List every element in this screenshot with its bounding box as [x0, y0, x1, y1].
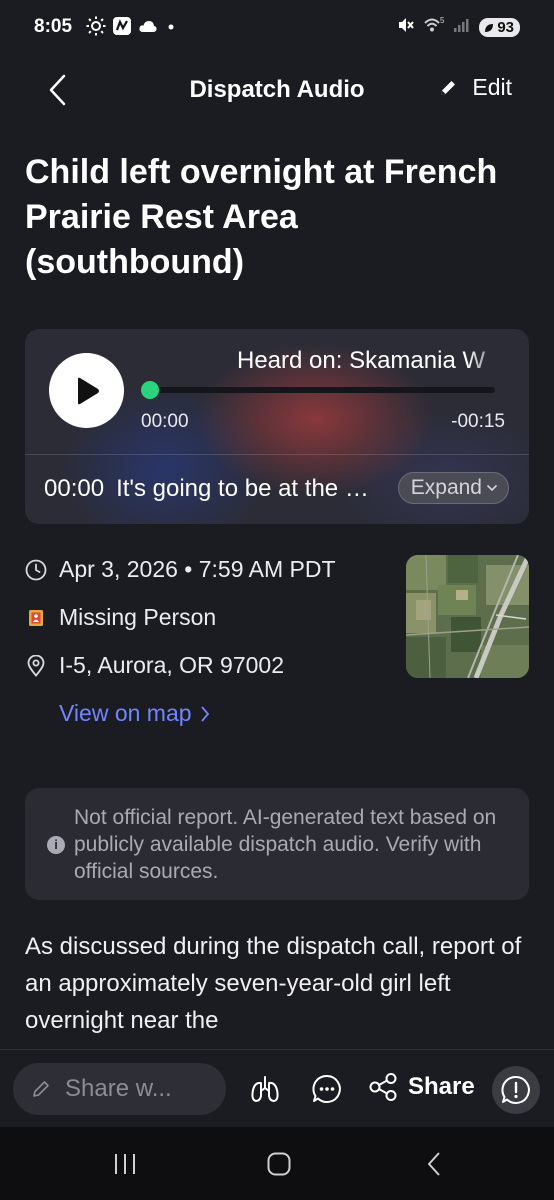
pencil-icon: [441, 80, 456, 95]
edit-label: Edit: [472, 74, 512, 100]
heard-on-source: Heard on: Skamania W: [237, 347, 486, 374]
info-icon: i: [47, 836, 65, 854]
view-on-map-link[interactable]: View on map: [59, 700, 210, 727]
lungs-icon: [251, 1076, 279, 1102]
status-notification-icons: [86, 16, 178, 41]
sun-icon: [86, 16, 106, 41]
divider: [25, 454, 529, 455]
battery-indicator: 93: [479, 18, 520, 37]
chat-bubble-icon: [312, 1074, 341, 1103]
incident-location-row: I-5, Aurora, OR 97002: [25, 652, 284, 679]
transcript-preview[interactable]: 00:00 It's going to be at the French Pra…: [44, 475, 369, 503]
report-button[interactable]: [492, 1066, 540, 1114]
bottom-action-bar: Share w... Share: [0, 1049, 554, 1127]
clock-icon: [25, 559, 47, 581]
recent-apps-button[interactable]: [105, 1149, 145, 1179]
incident-title: Child left overnight at French Prairie R…: [25, 153, 498, 281]
transcript-timestamp: 00:00: [44, 475, 105, 502]
audio-player-card: Heard on: Skamania W 00:00 -00:15 00:00 …: [25, 329, 529, 524]
missing-person-icon: [25, 607, 47, 629]
mute-icon: [397, 16, 415, 39]
incident-category-row: Missing Person: [25, 604, 216, 631]
incident-detail-screen: 8:05 5 93 Dispatch Audio Edit Child left…: [0, 0, 554, 1200]
expand-label: Expand: [410, 476, 482, 499]
location-pin-icon: [25, 654, 47, 677]
map-thumbnail[interactable]: [406, 555, 529, 678]
pencil-outline-icon: [33, 1081, 49, 1097]
chevron-right-icon: [200, 705, 209, 722]
incident-summary: As discussed during the dispatch call, r…: [25, 933, 522, 1034]
expand-transcript-button[interactable]: Expand: [397, 472, 509, 504]
status-time: 8:05: [34, 16, 73, 37]
cloud-icon: [138, 18, 158, 39]
view-on-map-label: View on map: [59, 700, 192, 726]
share-label: Share: [408, 1073, 475, 1100]
chevron-down-icon: [486, 484, 498, 492]
back-arrow-icon: [428, 1152, 440, 1176]
incident-datetime-row: Apr 3, 2026 • 7:59 AM PDT: [25, 556, 336, 583]
incident-category: Missing Person: [59, 604, 217, 630]
home-button[interactable]: [259, 1149, 299, 1179]
incident-datetime: Apr 3, 2026 • 7:59 AM PDT: [59, 556, 336, 582]
audio-progress-handle[interactable]: [141, 381, 159, 399]
share-icon: [369, 1073, 397, 1101]
app-header: Dispatch Audio Edit: [0, 58, 554, 122]
audio-remaining-time: -00:15: [451, 411, 505, 432]
cell-signal-icon: [453, 17, 471, 38]
recent-apps-icon: [115, 1154, 135, 1174]
status-system-icons: 5 93: [397, 16, 520, 39]
play-icon: [77, 377, 99, 404]
incident-location: I-5, Aurora, OR 97002: [59, 652, 285, 678]
dot-icon: [164, 18, 178, 39]
app-notification-icon: [112, 16, 132, 41]
audio-progress-bar[interactable]: [149, 387, 495, 393]
transcript-text: It's going to be at the French Prairie R…: [116, 475, 369, 502]
status-bar: 8:05 5 93: [0, 0, 554, 58]
battery-level: 93: [497, 19, 514, 36]
share-input-placeholder: Share w...: [65, 1075, 172, 1102]
satellite-map-image: [406, 555, 529, 678]
play-button[interactable]: [49, 353, 124, 428]
system-back-button[interactable]: [414, 1149, 454, 1179]
ai-disclaimer-box: i Not official report. AI-generated text…: [25, 788, 529, 900]
system-navigation-bar: [0, 1127, 554, 1200]
svg-text:5: 5: [440, 16, 445, 25]
wifi-icon: 5: [423, 16, 445, 39]
disclaimer-text: Not official report. AI-generated text b…: [74, 806, 497, 883]
lungs-reaction-button[interactable]: [248, 1072, 282, 1106]
audio-elapsed-time: 00:00: [141, 411, 189, 432]
edit-button[interactable]: Edit: [438, 74, 512, 101]
home-icon: [267, 1152, 291, 1176]
comment-button[interactable]: [310, 1072, 344, 1106]
share-button[interactable]: Share: [368, 1072, 475, 1102]
alert-circle-icon: [501, 1075, 530, 1104]
battery-leaf-icon: [485, 23, 494, 32]
share-comment-input[interactable]: Share w...: [13, 1063, 226, 1115]
